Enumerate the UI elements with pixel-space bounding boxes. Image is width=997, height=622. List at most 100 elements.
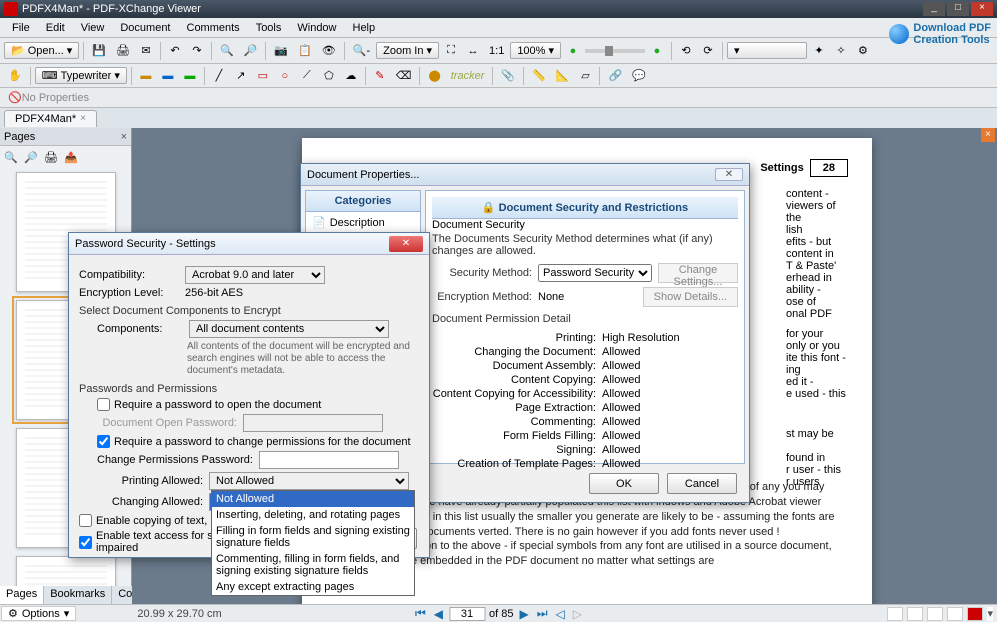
fit-page-icon[interactable]: ⛶ (441, 41, 461, 61)
menu-document[interactable]: Document (112, 20, 178, 36)
zoom-level[interactable]: 100% ▾ (510, 42, 561, 59)
stamp-icon[interactable]: ⬤ (424, 66, 444, 86)
zoom-in-button[interactable]: Zoom In ▾ (376, 42, 439, 59)
tracker-icon[interactable]: tracker (447, 66, 489, 86)
close-panel-icon[interactable]: × (121, 131, 127, 143)
dropdown-option[interactable]: Any except extracting pages (212, 579, 414, 595)
attach-icon[interactable]: 📎 (497, 66, 519, 86)
prev-view-icon[interactable]: ◁ (554, 607, 567, 621)
menu-window[interactable]: Window (289, 20, 344, 36)
components-select[interactable]: All document contents (189, 320, 389, 338)
ocr-icon[interactable]: 👁 (318, 41, 340, 61)
polygon-icon[interactable]: ⬠ (319, 66, 339, 86)
ok-button[interactable]: OK (589, 473, 659, 494)
dropdown-option[interactable]: Inserting, deleting, and rotating pages (212, 507, 414, 523)
dropdown-option[interactable]: Not Allowed (212, 491, 414, 507)
page-number-input[interactable] (449, 607, 485, 621)
menu-edit[interactable]: Edit (38, 20, 73, 36)
save-icon[interactable]: 💾 (88, 41, 110, 61)
menu-file[interactable]: File (4, 20, 38, 36)
open-button[interactable]: 📂 Open... ▾ (4, 42, 79, 59)
actual-size-icon[interactable]: 1:1 (485, 41, 508, 61)
nav2-icon[interactable]: ✧ (831, 41, 851, 61)
layout1-icon[interactable] (887, 607, 903, 621)
snapshot-icon[interactable]: 📷 (270, 41, 292, 61)
zoom-minus-icon[interactable]: ● (563, 41, 583, 61)
layout3-icon[interactable] (927, 607, 943, 621)
download-badge[interactable]: Download PDFCreation Tools (889, 22, 991, 46)
link-icon[interactable]: 🔗 (604, 66, 626, 86)
zoom-slider[interactable] (585, 49, 645, 53)
dropdown-option[interactable]: Commenting, filling in form fields, and … (212, 551, 414, 579)
category-description[interactable]: 📄 Description (306, 212, 420, 233)
area-icon[interactable]: ▱ (575, 66, 595, 86)
cancel-button[interactable]: Cancel (667, 473, 737, 494)
require-open-password-checkbox[interactable] (97, 398, 110, 411)
hand-icon[interactable]: ✋ (4, 66, 26, 86)
underline-icon[interactable]: ▬ (180, 66, 200, 86)
zoom-out-thumb-icon[interactable]: 🔍 (2, 148, 20, 166)
close-button[interactable]: × (971, 2, 993, 16)
ruler-icon[interactable]: 📏 (528, 66, 550, 86)
next-page-icon[interactable]: ▶ (518, 607, 531, 621)
close-tab-icon[interactable]: × (80, 113, 86, 124)
arrow-icon[interactable]: ↗ (231, 66, 251, 86)
zoom-in-thumb-icon[interactable]: 🔎 (22, 148, 40, 166)
search-icon[interactable]: 🔎 (240, 41, 262, 61)
last-page-icon[interactable]: ⏭ (535, 606, 550, 621)
menu-comments[interactable]: Comments (179, 20, 248, 36)
typewriter-button[interactable]: ⌨ Typewriter ▾ (35, 67, 127, 84)
security-method-select[interactable]: Password Security (538, 264, 652, 282)
printing-allowed-select[interactable]: Not Allowed (209, 472, 409, 490)
compatibility-select[interactable]: Acrobat 9.0 and later (185, 266, 325, 284)
close-doc-icon[interactable]: × (981, 128, 995, 142)
clipboard-icon[interactable]: 📋 (294, 41, 316, 61)
polyline-icon[interactable]: ⟋ (297, 66, 317, 86)
enable-copying-checkbox[interactable] (79, 514, 92, 527)
page-display-dropdown[interactable]: ▾ (727, 42, 807, 59)
export-thumb-icon[interactable]: 📤 (62, 148, 80, 166)
undo-icon[interactable]: ↶ (165, 41, 185, 61)
dialog-close-icon[interactable]: ✕ (715, 168, 743, 181)
layout2-icon[interactable] (907, 607, 923, 621)
dialog-close-button[interactable]: ✕ (389, 236, 423, 252)
nav-icon[interactable]: ✦ (809, 41, 829, 61)
cloud-icon[interactable]: ☁ (341, 66, 361, 86)
prev-page-icon[interactable]: ◀ (432, 607, 445, 621)
perm-password-input[interactable] (259, 451, 399, 469)
zoom-out-icon[interactable]: 🔍- (349, 41, 374, 61)
eraser-icon[interactable]: ⌫ (392, 66, 416, 86)
options-button[interactable]: ⚙ Options ▾ (1, 606, 76, 621)
minimize-button[interactable]: _ (923, 2, 945, 16)
side-tab-pages[interactable]: Pages (0, 586, 44, 604)
oval-icon[interactable]: ○ (275, 66, 295, 86)
maximize-button[interactable]: □ (947, 2, 969, 16)
fit-width-icon[interactable]: ↔ (463, 41, 483, 61)
measure-icon[interactable]: 📐 (552, 66, 574, 86)
dropdown-option[interactable]: Filling in form fields and signing exist… (212, 523, 414, 551)
mail-icon[interactable]: ✉ (136, 41, 156, 61)
require-perm-password-checkbox[interactable] (97, 435, 110, 448)
callout-icon[interactable]: 💬 (628, 66, 650, 86)
layout4-icon[interactable] (947, 607, 963, 621)
pdf-icon[interactable] (967, 607, 983, 621)
first-page-icon[interactable]: ⏮ (413, 606, 428, 621)
menu-tools[interactable]: Tools (248, 20, 290, 36)
line-icon[interactable]: ╱ (209, 66, 229, 86)
document-tab[interactable]: PDFX4Man*× (4, 110, 97, 127)
rotate-right-icon[interactable]: ⟳ (698, 41, 718, 61)
gear-icon[interactable]: ⚙ (853, 41, 873, 61)
menu-view[interactable]: View (73, 20, 113, 36)
pencil-icon[interactable]: ✎ (370, 66, 390, 86)
zoom-plus-icon[interactable]: ● (647, 41, 667, 61)
rect-icon[interactable]: ▭ (253, 66, 273, 86)
show-details-button[interactable]: Show Details... (643, 287, 738, 307)
redo-icon[interactable]: ↷ (187, 41, 207, 61)
enable-text-access-checkbox[interactable] (79, 536, 92, 549)
rotate-left-icon[interactable]: ⟲ (676, 41, 696, 61)
strikeout-icon[interactable]: ▬ (158, 66, 178, 86)
change-settings-button[interactable]: Change Settings... (658, 263, 738, 283)
print-thumb-icon[interactable]: 🖨 (42, 148, 60, 166)
menu-help[interactable]: Help (345, 20, 384, 36)
print-icon[interactable]: 🖨 (112, 41, 134, 61)
